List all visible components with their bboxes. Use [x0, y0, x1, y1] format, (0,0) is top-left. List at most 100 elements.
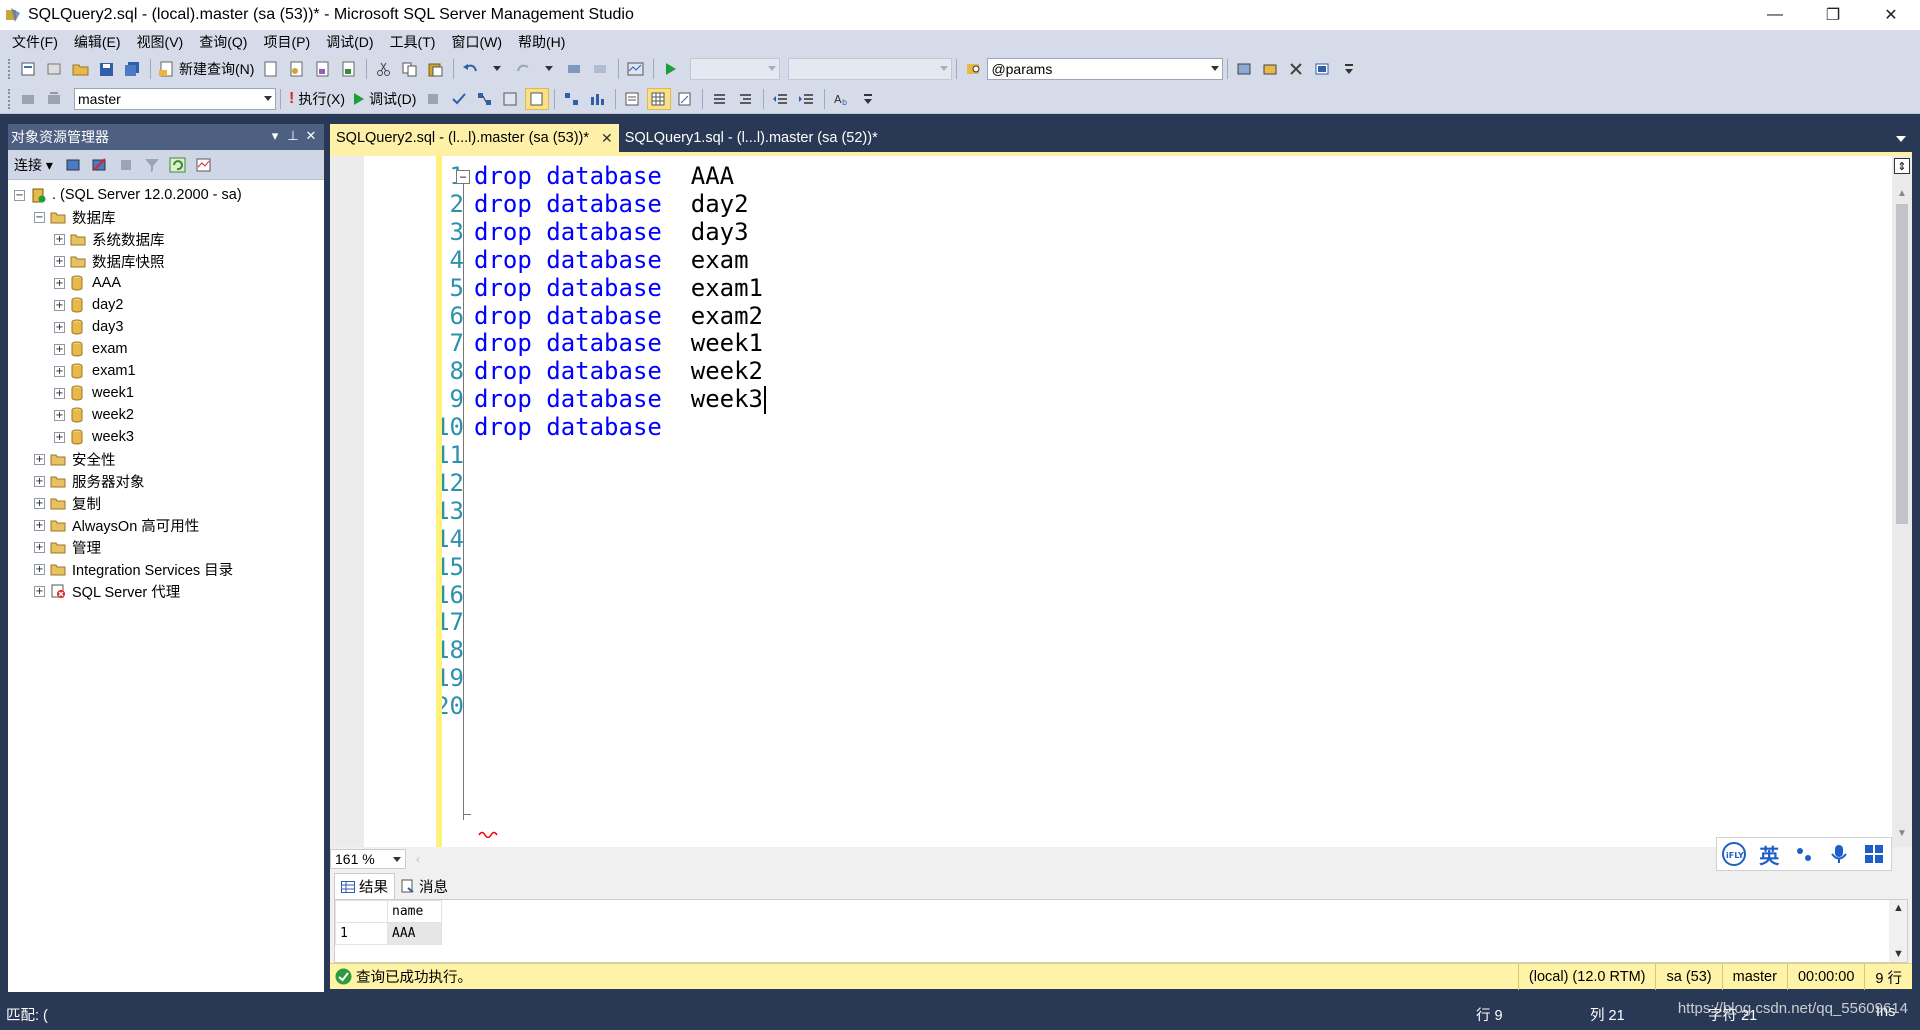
tree-node-folder[interactable]: + AlwaysOn 高可用性	[8, 514, 324, 536]
undo-dropdown-icon[interactable]	[485, 58, 509, 80]
expand-toggle[interactable]: +	[54, 255, 65, 267]
expand-toggle[interactable]: +	[34, 585, 45, 597]
ifly-logo-icon[interactable]: iFLY	[1721, 841, 1747, 867]
copy-icon[interactable]	[398, 58, 422, 80]
query-designer-icon[interactable]	[499, 88, 523, 110]
collapse-toggle[interactable]: −	[34, 211, 45, 223]
microphone-icon[interactable]	[1826, 841, 1852, 867]
scroll-down-icon[interactable]: ▼	[1893, 948, 1904, 960]
open-file-icon[interactable]	[69, 58, 93, 80]
tree-node-database[interactable]: + AAA	[8, 272, 324, 294]
comment-out-icon[interactable]	[708, 88, 732, 110]
scroll-left-icon[interactable]: ‹	[416, 852, 420, 866]
tree-node-database[interactable]: + 数据库快照	[8, 250, 324, 272]
navigate-forward-icon[interactable]	[589, 58, 613, 80]
tree-node-database[interactable]: + week3	[8, 426, 324, 448]
disconnect-icon[interactable]	[88, 154, 112, 176]
activity-monitor-icon[interactable]	[624, 58, 648, 80]
expand-toggle[interactable]: +	[54, 343, 65, 355]
expand-toggle[interactable]: +	[54, 409, 65, 421]
expand-toggle[interactable]: +	[34, 563, 45, 575]
punctuation-icon[interactable]	[1791, 841, 1817, 867]
menu-project[interactable]: 项目(P)	[255, 32, 318, 52]
connect-dropdown[interactable]: 连接 ▾	[14, 155, 53, 175]
close-panel-icon[interactable]: ✕	[302, 127, 320, 145]
toolbar-grip[interactable]	[8, 88, 12, 109]
panel-dropdown-icon[interactable]: ▾	[266, 127, 284, 145]
ime-language-toggle[interactable]: 英	[1756, 841, 1782, 868]
analysis-query-icon[interactable]	[285, 58, 309, 80]
undo-icon[interactable]	[459, 58, 483, 80]
tree-node-folder[interactable]: + 服务器对象	[8, 470, 324, 492]
tab-sqlquery2[interactable]: SQLQuery2.sql - (l...l).master (sa (53))…	[330, 124, 619, 152]
column-header-name[interactable]: name	[387, 900, 442, 923]
editor-vertical-scrollbar[interactable]: ⇕ ▲ ▼	[1892, 156, 1912, 847]
tree-node-folder[interactable]: + 复制	[8, 492, 324, 514]
navigate-backward-icon[interactable]	[563, 58, 587, 80]
expand-toggle[interactable]: +	[54, 387, 65, 399]
specify-template-values-icon[interactable]: Ab	[830, 88, 854, 110]
expand-toggle[interactable]: +	[54, 277, 65, 289]
tab-list-dropdown-icon[interactable]	[1896, 136, 1906, 142]
minimize-button[interactable]: —	[1746, 0, 1804, 30]
object-explorer-icon[interactable]	[1259, 58, 1283, 80]
results-to-file-icon[interactable]	[525, 87, 550, 110]
expand-toggle[interactable]: +	[34, 541, 45, 553]
scroll-up-icon[interactable]: ▲	[1897, 188, 1907, 199]
change-connection-icon[interactable]	[43, 88, 67, 110]
tree-node-folder[interactable]: + 安全性	[8, 448, 324, 470]
tree-node-folder[interactable]: + Integration Services 目录	[8, 558, 324, 580]
find-in-files-icon[interactable]	[962, 58, 986, 80]
solution-config-combo[interactable]	[690, 58, 781, 80]
expand-toggle[interactable]: +	[54, 365, 65, 377]
close-window-button[interactable]: ✕	[1862, 0, 1920, 30]
menu-help[interactable]: 帮助(H)	[510, 32, 573, 52]
toolbar-options-icon[interactable]	[856, 88, 880, 110]
tree-node-sql-agent[interactable]: + SQL Server 代理	[8, 580, 324, 602]
toolbar-grip[interactable]	[8, 59, 12, 79]
pin-icon[interactable]: ⊥	[284, 127, 302, 145]
menu-query[interactable]: 查询(Q)	[191, 32, 255, 52]
redo-dropdown-icon[interactable]	[537, 58, 561, 80]
include-actual-plan-icon[interactable]	[560, 88, 584, 110]
save-all-icon[interactable]	[121, 58, 145, 80]
sql-editor[interactable]: 1234567891011121314151617181920 − drop d…	[330, 152, 1912, 847]
xmla-query-icon[interactable]	[337, 58, 361, 80]
increase-indent-icon[interactable]	[795, 88, 819, 110]
save-icon[interactable]	[95, 58, 119, 80]
db-engine-query-icon[interactable]	[259, 58, 283, 80]
results-grid[interactable]: name 1 AAA ▲ ▼	[334, 899, 1908, 963]
tree-node-databases[interactable]: − 数据库	[8, 206, 324, 228]
expand-toggle[interactable]: +	[34, 453, 45, 465]
properties-icon[interactable]	[1285, 58, 1309, 80]
tree-node-database[interactable]: + week2	[8, 404, 324, 426]
results-to-text-icon[interactable]	[621, 88, 645, 110]
close-tab-icon[interactable]: ✕	[601, 130, 613, 147]
cut-icon[interactable]	[372, 58, 396, 80]
connect-icon[interactable]	[17, 88, 41, 110]
tree-node-server[interactable]: − . (SQL Server 12.0.2000 - sa)	[8, 184, 324, 206]
tree-node-database[interactable]: + day3	[8, 316, 324, 338]
cancel-execution-icon[interactable]	[421, 88, 445, 110]
display-estimated-plan-icon[interactable]	[473, 88, 497, 110]
scroll-up-icon[interactable]: ▲	[1893, 902, 1904, 914]
tree-node-database[interactable]: + week1	[8, 382, 324, 404]
registered-servers-icon[interactable]	[1233, 58, 1257, 80]
scroll-thumb[interactable]	[1896, 204, 1908, 524]
tree-node-folder[interactable]: + 管理	[8, 536, 324, 558]
zoom-combo[interactable]: 161 %	[330, 849, 406, 869]
add-item-icon[interactable]	[43, 58, 67, 80]
expand-toggle[interactable]: +	[54, 233, 65, 245]
row-number[interactable]: 1	[335, 922, 388, 945]
split-window-icon[interactable]: ⇕	[1894, 158, 1910, 174]
expand-toggle[interactable]: +	[34, 475, 45, 487]
new-query-button[interactable]: 新建查询(N)	[155, 58, 258, 80]
menu-file[interactable]: 文件(F)	[4, 32, 66, 52]
tab-results[interactable]: 结果	[334, 873, 395, 899]
menu-edit[interactable]: 编辑(E)	[66, 32, 129, 52]
paste-icon[interactable]	[424, 58, 448, 80]
redo-icon[interactable]	[511, 58, 535, 80]
solution-platform-combo[interactable]	[788, 58, 953, 80]
tab-messages[interactable]: 消息	[395, 873, 454, 899]
activity-monitor-oe-icon[interactable]	[192, 154, 216, 176]
